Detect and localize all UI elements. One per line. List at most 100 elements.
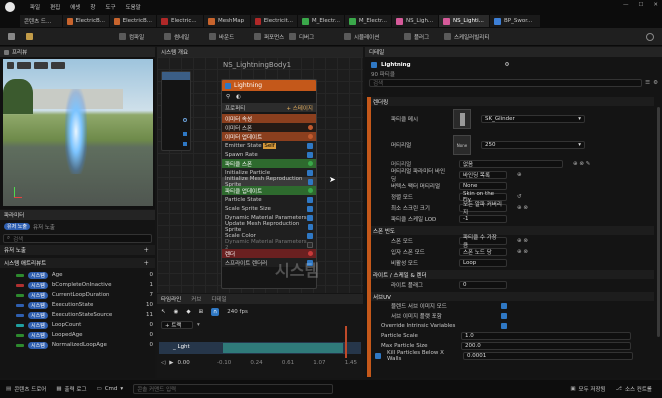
tab-curves[interactable]: 커브 (191, 295, 201, 303)
property-input[interactable]: 1.0 (461, 332, 631, 340)
property-checkbox[interactable] (501, 303, 507, 309)
timeline-track-row[interactable]: _ Lght (159, 326, 361, 358)
section-header[interactable]: 라이트 / 스케일 & 렌더 (371, 270, 654, 279)
performance-button[interactable]: 퍼포먼스 (250, 31, 288, 42)
parameters-search-input[interactable]: ⌕ 검색 (3, 234, 152, 243)
property-dropdown[interactable]: None (459, 181, 507, 190)
browse-button[interactable] (22, 31, 37, 42)
reset-icon[interactable]: ↺ (517, 194, 522, 200)
details-scrollbar[interactable] (657, 107, 660, 337)
add-icon[interactable]: ⊕ ⊗ (517, 205, 528, 211)
section-system-attributes[interactable]: 시스템 애트리뷰트 ＋ (0, 258, 155, 268)
stage-particle-spawn[interactable]: 파티클 스폰 (222, 159, 316, 168)
property-dropdown[interactable]: 바인딩 목록 (459, 170, 507, 179)
select-tool-icon[interactable]: ↖ (161, 309, 166, 315)
lit-icon[interactable] (34, 62, 48, 69)
add-stage-button[interactable]: + 스테이지 (286, 104, 313, 112)
simulation-button[interactable]: 시뮬레이션 (340, 31, 383, 42)
save-button[interactable] (4, 31, 19, 42)
save-status[interactable]: ▣ 모두 저장됨 (570, 385, 605, 393)
add-track-button[interactable]: + 트랙 (161, 321, 193, 329)
maximize-icon[interactable]: ☐ (638, 2, 643, 8)
module-particle-state[interactable]: Particle State (222, 195, 316, 204)
module-dyn-mat-2[interactable]: Dynamic Material Parameters 2 (222, 239, 316, 251)
list-item[interactable]: 시스템 LoopedAge 0 (0, 330, 155, 340)
tab-electricity[interactable]: Electricit... (251, 15, 297, 27)
module-update-mesh-rep[interactable]: Update Mesh Reproduction Sprite (222, 221, 316, 233)
time-field[interactable]: 0.00 (177, 360, 189, 366)
add-icon[interactable]: ⊕ ⊗ (517, 249, 528, 255)
thumbnail-button[interactable]: 썸네일 (160, 31, 193, 42)
baker-button[interactable]: 플러그 (400, 31, 433, 42)
module-scale-sprite[interactable]: Scale Sprite Size (222, 204, 316, 213)
content-drawer-button[interactable]: ▤ 콘텐츠 드로어 (6, 385, 46, 393)
bounds-button[interactable]: 바운드 (205, 31, 238, 42)
tab-meshmap[interactable]: MeshMap (204, 15, 250, 27)
module-spawn-rate[interactable]: Spawn Rate (222, 150, 316, 159)
view-tool-icon[interactable]: ◉ (174, 309, 179, 315)
fps-dropdown[interactable]: 240 fps (227, 309, 248, 315)
list-item[interactable]: 시스템 CurrentLoopDuration 7 (0, 290, 155, 300)
reset-icon[interactable]: ⊕ ⊗ ✎ (573, 161, 590, 167)
tab-m-electr-2[interactable]: M_Electr... (345, 15, 391, 27)
property-dropdown[interactable]: Loop (459, 258, 507, 267)
menu-asset[interactable]: 에셋 (70, 3, 80, 11)
mesh-thumbnail[interactable] (453, 109, 471, 129)
list-item[interactable]: 시스템 Age 0 (0, 270, 155, 280)
module-init-mesh-rep[interactable]: Initialize Mesh Reproduction Sprite (222, 176, 316, 188)
list-item[interactable]: 시스템 ExecutionStateSource 11 (0, 310, 155, 320)
scalability-button[interactable]: 스케일러빌리티 (440, 31, 493, 42)
material-dropdown[interactable]: 250 ▾ (481, 141, 585, 149)
show-icon[interactable] (51, 62, 65, 69)
unreal-logo-icon[interactable] (5, 2, 15, 12)
tab-electric[interactable]: Electric... (157, 15, 203, 27)
property-checkbox[interactable] (501, 313, 507, 319)
tab-ns-ligh[interactable]: NS_Ligh... (392, 15, 438, 27)
emitter-enabled-checkbox[interactable] (225, 82, 231, 89)
menu-tools[interactable]: 도구 (105, 3, 115, 11)
cmd-dropdown[interactable]: ▭ Cmd ▾ (97, 386, 124, 392)
view-options-icon[interactable] (7, 62, 14, 69)
mesh-dropdown[interactable]: SK_Glinder ▾ (481, 115, 585, 123)
material-thumbnail[interactable]: None (453, 135, 471, 155)
emitter-node-header[interactable]: Lightning (222, 80, 316, 91)
compile-button[interactable]: 컴파일 (115, 31, 148, 42)
property-checkbox[interactable] (375, 353, 381, 359)
stage-emitter-update[interactable]: 이미터 업데이트 (222, 132, 316, 141)
emitter-properties-icon[interactable]: ⚲ (226, 94, 230, 100)
property-input[interactable]: 0.0001 (463, 352, 633, 360)
key-tool-icon[interactable]: ◆ (186, 309, 190, 315)
details-search-input[interactable]: 검색 (369, 78, 643, 87)
snap-tool-icon[interactable]: ⊞ (199, 309, 204, 315)
magnet-icon[interactable]: ∩ (211, 308, 220, 316)
tab-ns-lighti-active[interactable]: NS_Lighti... (439, 15, 489, 27)
stage-emitter-spawn[interactable]: 이미터 속성 (222, 114, 316, 123)
tab-electric-b-2[interactable]: ElectricB... (110, 15, 156, 27)
system-node[interactable] (161, 71, 191, 151)
close-icon[interactable]: ✕ (653, 2, 658, 8)
tab-timeline[interactable]: 타임라인 (161, 295, 181, 303)
property-dropdown[interactable]: 스폰 노드 당 (459, 247, 507, 256)
tab-electric-b-1[interactable]: ElectricB... (63, 15, 109, 27)
tab-details[interactable]: 디테일 (211, 295, 226, 303)
add-module-icon[interactable] (308, 161, 313, 166)
property-checkbox[interactable] (501, 323, 507, 329)
tab-bp-swor[interactable]: BP_Swor... (490, 15, 540, 27)
menu-window[interactable]: 창 (90, 3, 95, 11)
tab-content-drawer[interactable]: 콘텐츠 드... (20, 15, 62, 27)
rewind-icon[interactable]: ◁ (161, 360, 165, 366)
tab-m-electr-1[interactable]: M_Electr... (298, 15, 344, 27)
emitter-properties-row[interactable]: 프로퍼티 + 스테이지 (222, 103, 316, 112)
property-dropdown[interactable]: 파티클 수 가장 큼 (459, 235, 507, 249)
add-module-icon[interactable] (308, 188, 313, 193)
settings-icon[interactable] (646, 33, 654, 41)
perspective-icon[interactable] (17, 62, 31, 69)
property-input[interactable]: -1 (459, 214, 507, 223)
property-input[interactable]: 200.0 (461, 342, 631, 350)
playhead[interactable] (345, 326, 347, 358)
add-parameter-icon[interactable]: ＋ (143, 259, 149, 267)
menu-edit[interactable]: 편집 (50, 3, 60, 11)
add-module-icon[interactable] (308, 251, 313, 256)
tab-system-params[interactable]: 유저 노출 (33, 223, 55, 231)
list-item[interactable]: 시스템 ExecutionState 10 (0, 300, 155, 310)
